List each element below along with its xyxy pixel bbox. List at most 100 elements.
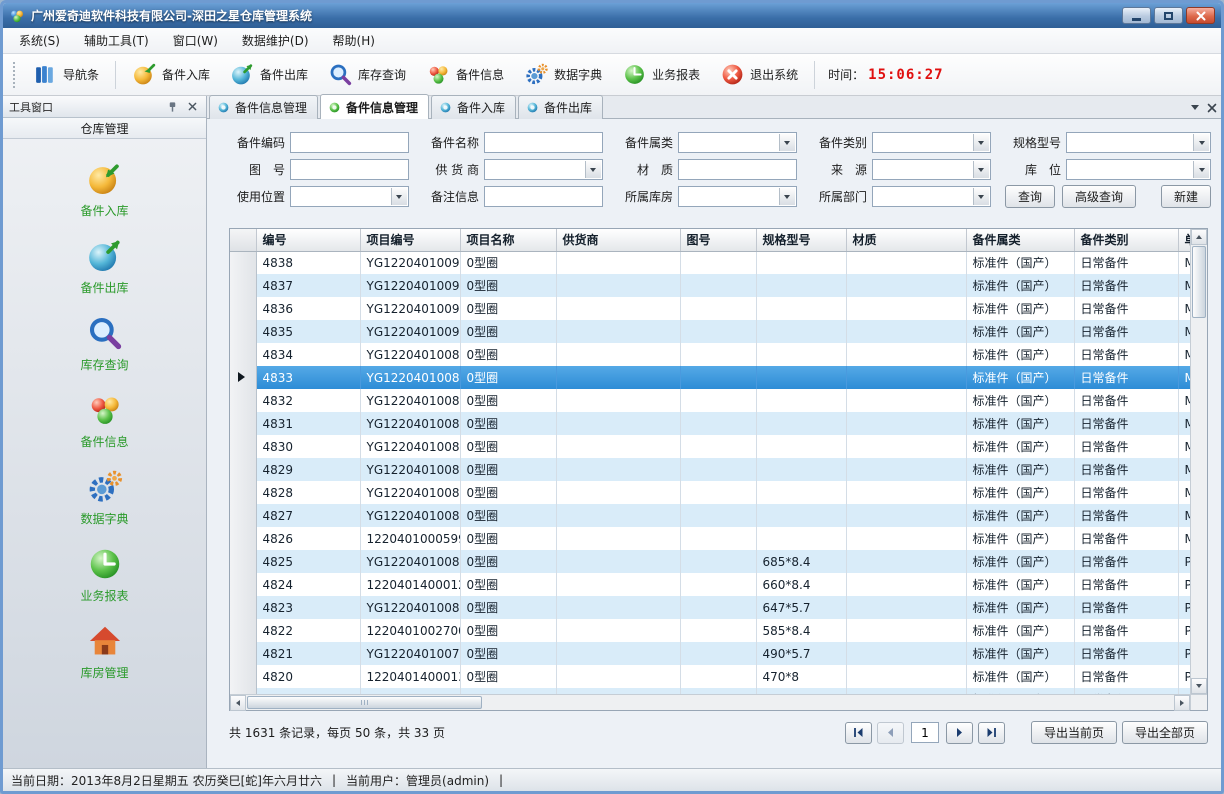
table-row[interactable]: 4835 YG12204010090 0型圈 标准件（国产） 日常备件 M xyxy=(230,320,1190,343)
table-row[interactable]: 4837 YG12204010092 0型圈 标准件（国产） 日常备件 M xyxy=(230,274,1190,297)
scroll-left-icon[interactable] xyxy=(230,695,246,711)
chevron-down-icon[interactable] xyxy=(585,161,601,178)
column-header[interactable]: 材质 xyxy=(846,229,966,251)
menu-help[interactable]: 帮助(H) xyxy=(321,28,387,53)
column-header[interactable]: 图号 xyxy=(680,229,756,251)
sidebar-item-parts-info[interactable]: 备件信息 xyxy=(3,382,206,459)
chevron-down-icon[interactable] xyxy=(973,134,989,151)
table-row[interactable]: 4836 YG12204010091 0型圈 标准件（国产） 日常备件 M xyxy=(230,297,1190,320)
menu-window[interactable]: 窗口(W) xyxy=(161,28,230,53)
export-current-page-button[interactable]: 导出当前页 xyxy=(1031,721,1117,744)
grid-horizontal-scrollbar[interactable] xyxy=(230,695,1190,710)
scroll-up-icon[interactable] xyxy=(1191,229,1207,245)
table-row[interactable]: 4826 1220401000599 0型圈 标准件（国产） 日常备件 M xyxy=(230,527,1190,550)
sidebar-item-parts-inbound[interactable]: 备件入库 xyxy=(3,151,206,228)
sidebar-item-warehouse-management[interactable]: 库房管理 xyxy=(3,613,206,690)
parts-category-combobox[interactable] xyxy=(678,132,797,153)
first-page-button[interactable] xyxy=(845,722,872,744)
page-number-input[interactable] xyxy=(911,722,939,743)
tab-parts-info-mgmt-2-active[interactable]: 备件信息管理 xyxy=(320,94,429,119)
table-row[interactable]: 4827 YG12204010082 0型圈 标准件（国产） 日常备件 M xyxy=(230,504,1190,527)
next-page-button[interactable] xyxy=(946,722,973,744)
toolbar-inventory-query-button[interactable]: 库存查询 xyxy=(319,58,415,91)
column-header[interactable]: 项目名称 xyxy=(460,229,556,251)
advanced-query-button[interactable]: 高级查询 xyxy=(1062,185,1136,208)
sidebar-item-parts-outbound[interactable]: 备件出库 xyxy=(3,228,206,305)
material-input[interactable] xyxy=(678,159,797,180)
tab-close-icon[interactable] xyxy=(1207,103,1217,113)
tab-list-chevron-down-icon[interactable] xyxy=(1191,105,1199,114)
tab-parts-inbound[interactable]: 备件入库 xyxy=(431,95,516,119)
source-combobox[interactable] xyxy=(872,159,991,180)
column-header[interactable]: 备件类别 xyxy=(1074,229,1178,251)
parts-type-combobox[interactable] xyxy=(872,132,991,153)
table-row[interactable]: 4824 1220401400012 0型圈 660*8.4 标准件（国产） 日… xyxy=(230,573,1190,596)
tab-parts-info-mgmt-1[interactable]: 备件信息管理 xyxy=(209,95,318,119)
table-row[interactable]: 4830 YG12204010085 0型圈 标准件（国产） 日常备件 M xyxy=(230,435,1190,458)
toolbar-grip[interactable] xyxy=(13,62,18,88)
table-row[interactable]: 4831 YG12204010086 0型圈 标准件（国产） 日常备件 M xyxy=(230,412,1190,435)
supplier-combobox[interactable] xyxy=(484,159,603,180)
drawing-no-input[interactable] xyxy=(290,159,409,180)
sidebar-item-data-dictionary[interactable]: 数据字典 xyxy=(3,459,206,536)
last-page-button[interactable] xyxy=(978,722,1005,744)
location-combobox[interactable] xyxy=(1066,159,1211,180)
vertical-scroll-thumb[interactable] xyxy=(1192,246,1206,318)
scroll-right-icon[interactable] xyxy=(1174,695,1190,711)
menu-aux-tools[interactable]: 辅助工具(T) xyxy=(72,28,161,53)
table-row[interactable]: 4820 1220401400013 0型圈 470*8 标准件（国产） 日常备… xyxy=(230,665,1190,688)
column-header[interactable]: 单位 xyxy=(1178,229,1190,251)
chevron-down-icon[interactable] xyxy=(1193,161,1209,178)
chevron-down-icon[interactable] xyxy=(391,188,407,205)
chevron-down-icon[interactable] xyxy=(1193,134,1209,151)
table-row[interactable]: 4829 YG12204010084 0型圈 标准件（国产） 日常备件 M xyxy=(230,458,1190,481)
table-row[interactable]: 4821 YG12204010079 0型圈 490*5.7 标准件（国产） 日… xyxy=(230,642,1190,665)
export-all-pages-button[interactable]: 导出全部页 xyxy=(1122,721,1208,744)
toolbar-exit-system-button[interactable]: 退出系统 xyxy=(711,58,807,91)
department-combobox[interactable] xyxy=(872,186,991,207)
toolbar-parts-inbound-button[interactable]: 备件入库 xyxy=(123,58,219,91)
column-header[interactable]: 供货商 xyxy=(556,229,680,251)
toolbar-parts-info-button[interactable]: 备件信息 xyxy=(417,58,513,91)
table-row[interactable]: 4828 YG12204010083 0型圈 标准件（国产） 日常备件 M xyxy=(230,481,1190,504)
minimize-button[interactable] xyxy=(1122,7,1151,24)
sidebar-item-inventory-query[interactable]: 库存查询 xyxy=(3,305,206,382)
column-header[interactable]: 项目编号 xyxy=(360,229,460,251)
menu-data-maintenance[interactable]: 数据维护(D) xyxy=(230,28,321,53)
table-row[interactable]: 4822 1220401002700 0型圈 585*8.4 标准件（国产） 日… xyxy=(230,619,1190,642)
sidebar-group-warehouse[interactable]: 仓库管理 xyxy=(3,118,206,139)
warehouse-combobox[interactable] xyxy=(678,186,797,207)
sidebar-item-business-report[interactable]: 业务报表 xyxy=(3,536,206,613)
chevron-down-icon[interactable] xyxy=(973,161,989,178)
previous-page-button[interactable] xyxy=(877,722,904,744)
chevron-down-icon[interactable] xyxy=(779,134,795,151)
use-position-combobox[interactable] xyxy=(290,186,409,207)
scroll-down-icon[interactable] xyxy=(1191,678,1207,694)
query-button[interactable]: 查询 xyxy=(1005,185,1055,208)
tab-parts-outbound[interactable]: 备件出库 xyxy=(518,95,603,119)
horizontal-scroll-thumb[interactable] xyxy=(247,696,482,709)
table-row[interactable]: 4823 YG12204010080 0型圈 647*5.7 标准件（国产） 日… xyxy=(230,596,1190,619)
maximize-button[interactable] xyxy=(1154,7,1183,24)
new-button[interactable]: 新建 xyxy=(1161,185,1211,208)
table-row[interactable]: 4825 YG12204010081 0型圈 685*8.4 标准件（国产） 日… xyxy=(230,550,1190,573)
toolbar-business-report-button[interactable]: 业务报表 xyxy=(613,58,709,91)
table-row[interactable]: 4832 YG12204010087 0型圈 标准件（国产） 日常备件 M xyxy=(230,389,1190,412)
sidebar-close-icon[interactable] xyxy=(184,99,200,114)
parts-name-input[interactable] xyxy=(484,132,603,153)
pin-icon[interactable] xyxy=(164,99,180,114)
menu-system[interactable]: 系统(S) xyxy=(7,28,72,53)
chevron-down-icon[interactable] xyxy=(973,188,989,205)
toolbar-data-dictionary-button[interactable]: 数据字典 xyxy=(515,58,611,91)
column-header[interactable]: 编号 xyxy=(256,229,360,251)
table-row[interactable]: 4833 YG12204010088 0型圈 标准件（国产） 日常备件 M xyxy=(230,366,1190,389)
chevron-down-icon[interactable] xyxy=(779,188,795,205)
toolbar-nav-bar-button[interactable]: 导航条 xyxy=(24,58,108,91)
column-header[interactable]: 备件属类 xyxy=(966,229,1074,251)
spec-model-combobox[interactable] xyxy=(1066,132,1211,153)
close-button[interactable] xyxy=(1186,7,1215,24)
column-header[interactable]: 规格型号 xyxy=(756,229,846,251)
grid-vertical-scrollbar[interactable] xyxy=(1190,229,1207,694)
remark-input[interactable] xyxy=(484,186,603,207)
toolbar-parts-outbound-button[interactable]: 备件出库 xyxy=(221,58,317,91)
